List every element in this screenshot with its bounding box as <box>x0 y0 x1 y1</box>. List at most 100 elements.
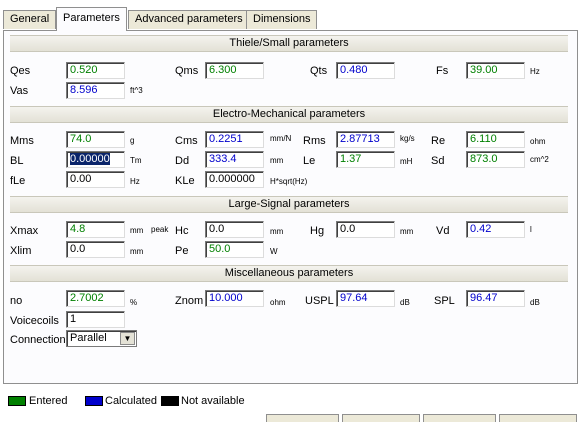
hc-label: Hc <box>175 225 189 237</box>
tab-parameters[interactable]: Parameters <box>56 7 127 31</box>
tab-dimensions[interactable]: Dimensions <box>246 10 318 29</box>
fle-label: fLe <box>10 175 26 187</box>
tab-label: General <box>10 13 50 25</box>
not-available-legend-label: Not available <box>181 395 245 407</box>
znom-field[interactable]: 10.000 <box>205 290 264 307</box>
qms-label: Qms <box>175 65 199 77</box>
connection-label: Connection <box>10 334 66 346</box>
mms-field[interactable]: 74.0 <box>66 131 125 148</box>
xlim-unit: mm <box>130 247 144 256</box>
pe-unit: W <box>270 247 278 256</box>
le-label: Le <box>303 155 316 167</box>
entered-legend-label: Entered <box>29 395 68 407</box>
dd-field[interactable]: 333.4 <box>205 151 264 168</box>
qts-field[interactable]: 0.480 <box>336 62 395 79</box>
tab-advanced-parameters[interactable]: Advanced parameters <box>128 10 250 29</box>
section-header-thiele-small: Thiele/Small parameters <box>10 35 568 52</box>
qes-field[interactable]: 0.520 <box>66 62 125 79</box>
connection-selected-value: Parallel <box>70 332 107 344</box>
re-unit: ohm <box>530 137 546 146</box>
fle-field[interactable]: 0.00 <box>66 171 125 188</box>
vd-field[interactable]: 0.42 <box>466 221 525 238</box>
tab-general[interactable]: General <box>3 10 57 29</box>
xmax-unit: mm <box>130 226 144 235</box>
xmax-unit-peak: peak <box>151 225 169 234</box>
fs-label: Fs <box>436 65 449 77</box>
tab-bar: General Parameters Advanced parameters D… <box>0 0 581 32</box>
connection-select[interactable]: Parallel ▼ <box>66 330 137 347</box>
mms-label: Mms <box>10 135 34 147</box>
znom-label: Znom <box>175 295 204 307</box>
qts-label: Qts <box>310 65 328 77</box>
calculated-legend-label: Calculated <box>105 395 157 407</box>
tab-label: Dimensions <box>253 13 311 25</box>
entered-swatch <box>8 396 26 406</box>
xlim-label: Xlim <box>10 245 32 257</box>
kle-unit: H*sqrt(Hz) <box>270 177 308 186</box>
mms-unit: g <box>130 136 135 145</box>
hg-unit: mm <box>400 227 414 236</box>
fs-unit: Hz <box>530 67 540 76</box>
vas-field[interactable]: 8.596 <box>66 82 125 99</box>
cms-label: Cms <box>175 135 198 147</box>
hg-field[interactable]: 0.0 <box>336 221 395 238</box>
voicecoils-label: Voicecoils <box>10 315 59 327</box>
bottom-button-3[interactable] <box>423 414 496 422</box>
section-header-electro-mechanical: Electro-Mechanical parameters <box>10 106 568 123</box>
le-unit: mH <box>400 157 413 166</box>
not-available-swatch <box>161 396 179 406</box>
sd-label: Sd <box>431 155 445 167</box>
xmax-label: Xmax <box>10 225 39 237</box>
fle-unit: Hz <box>130 177 140 186</box>
spl-label: SPL <box>434 295 455 307</box>
bl-label: BL <box>10 155 24 167</box>
bottom-button-2[interactable] <box>342 414 420 422</box>
voicecoils-field[interactable]: 1 <box>66 311 125 328</box>
uspl-field[interactable]: 97.64 <box>336 290 395 307</box>
sd-unit: cm^2 <box>530 155 549 164</box>
kle-field[interactable]: 0.000000 <box>205 171 264 188</box>
le-field[interactable]: 1.37 <box>336 151 395 168</box>
sd-field[interactable]: 873.0 <box>466 151 525 168</box>
kle-label: KLe <box>175 175 195 187</box>
cms-field[interactable]: 0.2251 <box>205 131 264 148</box>
znom-unit: ohm <box>270 298 286 307</box>
vd-label: Vd <box>436 225 450 237</box>
re-field[interactable]: 6.110 <box>466 131 525 148</box>
bl-field[interactable]: 0.00000 <box>66 151 125 168</box>
hc-field[interactable]: 0.0 <box>205 221 264 238</box>
qes-label: Qes <box>10 65 31 77</box>
no-unit: % <box>130 298 138 307</box>
hc-unit: mm <box>270 227 284 236</box>
no-field[interactable]: 2.7002 <box>66 290 125 307</box>
tab-label: Parameters <box>63 12 120 24</box>
vas-unit: ft^3 <box>130 86 143 95</box>
calculated-swatch <box>85 396 103 406</box>
pe-field[interactable]: 50.0 <box>205 241 264 258</box>
rms-field[interactable]: 2.87713 <box>336 131 395 148</box>
bottom-button-1[interactable] <box>266 414 339 422</box>
vd-unit: l <box>530 225 532 234</box>
hg-label: Hg <box>310 225 325 237</box>
dd-unit: mm <box>270 156 284 165</box>
cms-unit: mm/N <box>270 134 292 143</box>
bl-unit: Tm <box>130 156 142 165</box>
pe-label: Pe <box>175 245 189 257</box>
re-label: Re <box>431 135 446 147</box>
spl-field[interactable]: 96.47 <box>466 290 525 307</box>
section-header-miscellaneous: Miscellaneous parameters <box>10 265 568 282</box>
uspl-label: USPL <box>305 295 334 307</box>
dropdown-arrow-icon[interactable]: ▼ <box>120 332 135 345</box>
rms-label: Rms <box>303 135 326 147</box>
fs-field[interactable]: 39.00 <box>466 62 525 79</box>
bottom-button-4[interactable] <box>499 414 577 422</box>
qms-field[interactable]: 6.300 <box>205 62 264 79</box>
color-legend: Entered Calculated Not available <box>8 394 248 408</box>
section-header-large-signal: Large-Signal parameters <box>10 196 568 213</box>
tab-label: Advanced parameters <box>135 13 243 25</box>
dd-label: Dd <box>175 155 190 167</box>
xmax-field[interactable]: 4.8 <box>66 221 125 238</box>
xlim-field[interactable]: 0.0 <box>66 241 125 258</box>
uspl-unit: dB <box>400 298 410 307</box>
bl-value-selected: 0.00000 <box>70 153 110 165</box>
